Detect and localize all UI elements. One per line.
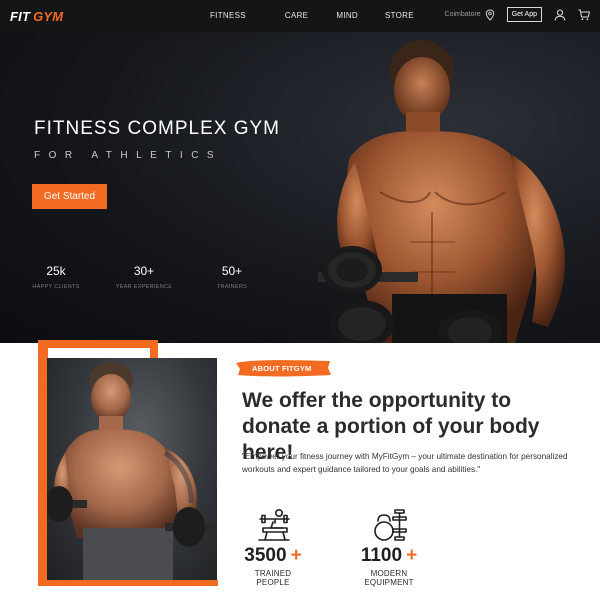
about-athlete-image [47, 358, 217, 580]
feature-modern-equipment: 1100 + MODERN EQUIPMENT [346, 505, 432, 587]
stat-label: YEAR EXPERIENCE [115, 284, 173, 290]
hero-subtitle: FOR ATHLETICS [34, 150, 223, 161]
get-started-button[interactable]: Get Started [32, 184, 107, 209]
stat-label: HAPPY CLIENTS [32, 284, 80, 290]
feature-trained-people: 3500 + TRAINED PEOPLE [238, 505, 308, 587]
stat-year-experience: 30+ YEAR EXPERIENCE [104, 264, 184, 290]
hero-section: FITNESS COMPLEX GYM FOR ATHLETICS Get St… [0, 32, 600, 343]
nav-link-care[interactable]: CARE [285, 11, 308, 20]
top-navbar: FIT GYM FITNESS CARE MIND STORE Coimbator… [0, 0, 600, 32]
feature-number: 3500 [244, 545, 287, 566]
get-app-button[interactable]: Get App [506, 7, 542, 22]
kettlebell-icon [374, 509, 407, 541]
stat-happy-clients: 25k HAPPY CLIENTS [16, 264, 96, 290]
brand-logo[interactable]: FIT GYM [10, 9, 63, 24]
feature-label: TRAINED PEOPLE [254, 569, 292, 587]
nav-link-mind[interactable]: MIND [336, 11, 358, 20]
hero-athlete-image [318, 40, 565, 343]
user-icon[interactable] [554, 9, 566, 21]
stat-value: 50+ [221, 264, 243, 278]
feature-plus: + [290, 545, 302, 566]
stat-value: 30+ [133, 264, 155, 278]
feature-value: 3500 + [238, 545, 308, 567]
brand-logo-part1: FIT [10, 9, 31, 24]
about-description: "Empower your fitness journey with MyFit… [242, 452, 568, 474]
feature-label: MODERN EQUIPMENT [364, 569, 414, 587]
location-pin-icon[interactable] [485, 8, 495, 21]
main-nav: FITNESS CARE MIND STORE [210, 11, 414, 20]
stat-label: TRAINERS [216, 284, 248, 290]
location-label[interactable]: Coimbatore [445, 11, 481, 18]
nav-right-group: Coimbatore Get App [445, 7, 590, 22]
hero-title: FITNESS COMPLEX GYM [34, 118, 280, 139]
orange-frame-decoration [38, 580, 218, 586]
feature-value: 1100 + [346, 545, 432, 567]
about-badge-label: ABOUT FITGYM [252, 364, 312, 373]
orange-frame-decoration [150, 340, 158, 358]
nav-link-store[interactable]: STORE [385, 11, 414, 20]
orange-frame-decoration [38, 340, 158, 348]
stat-trainers: 50+ TRAINERS [192, 264, 272, 290]
cart-icon[interactable] [578, 9, 590, 21]
feature-plus: + [406, 545, 418, 566]
feature-number: 1100 [360, 545, 403, 566]
bench-press-icon [258, 509, 290, 541]
stat-value: 25k [46, 264, 66, 278]
brand-logo-part2: GYM [33, 9, 64, 24]
nav-link-fitness[interactable]: FITNESS [210, 11, 246, 20]
